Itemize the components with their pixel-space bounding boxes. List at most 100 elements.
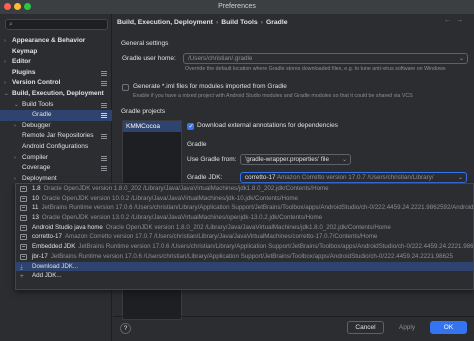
jdk-option[interactable]: Embedded JDK JetBrains Runtime version 17… <box>16 242 473 252</box>
sidebar-item[interactable]: › Compiler <box>0 153 112 164</box>
gradle-user-home-label: Gradle user home: <box>122 55 176 62</box>
jdk-option[interactable]: 1.8 Oracle OpenJDK version 1.8.0_202 /Lib… <box>16 184 473 194</box>
history-nav: ←→ <box>444 17 468 24</box>
chevron-right-icon[interactable]: › <box>14 121 16 132</box>
download-annotations-checkbox[interactable] <box>187 122 194 130</box>
sidebar-item-label: Version Control <box>12 79 61 87</box>
use-gradle-from-select[interactable]: 'gradle-wrapper.properties' file ⌄ <box>240 154 351 165</box>
gradle-projects-heading: Gradle projects <box>121 108 166 115</box>
sidebar-item[interactable]: ⌄ Build Tools <box>0 100 112 111</box>
jdk-option-description: JetBrains Runtime version 17.0.6 /Users/… <box>41 204 474 212</box>
jdk-option-name: 10 <box>32 194 39 202</box>
jdk-option-name: corretto-17 <box>32 233 62 241</box>
window-titlebar: Preferences <box>0 0 474 14</box>
project-settings-icon <box>101 102 107 108</box>
folder-icon <box>20 215 27 222</box>
sidebar-item[interactable]: ⌄ Build, Execution, Deployment <box>0 89 112 100</box>
list-item[interactable]: KMMCocoa <box>123 121 181 132</box>
breadcrumb-item[interactable]: Build Tools <box>221 19 258 26</box>
close-window-button[interactable] <box>4 3 11 10</box>
sidebar-item-label: Android Configurations <box>22 142 89 150</box>
sidebar-item[interactable]: › Editor <box>0 57 112 68</box>
sidebar-item[interactable]: Remote Jar Repositories <box>0 131 112 142</box>
breadcrumb: Build, Execution, Deployment › Build Tools… <box>117 17 288 29</box>
gradle-user-home-field[interactable]: /Users/christian/.gradle ⌄ <box>183 53 468 64</box>
chevron-down-icon: ⌄ <box>457 175 463 181</box>
ok-button[interactable]: OK <box>430 321 467 334</box>
project-settings-icon <box>101 70 107 76</box>
gradle-jdk-value: corretto-17 <box>245 174 276 181</box>
generate-iml-label: Generate *.iml files for modules importe… <box>133 83 287 90</box>
jdk-option-description: JetBrains Runtime version 17.0.6 /Users/… <box>78 243 474 251</box>
sidebar-item[interactable]: › Debugger <box>0 121 112 132</box>
sidebar-item-label: Build Tools <box>22 100 54 108</box>
sidebar-item-label: Compiler <box>22 153 49 161</box>
dialog-footer: ? Cancel Apply OK <box>113 316 474 341</box>
use-gradle-from-value: 'gradle-wrapper.properties' file <box>245 156 329 163</box>
generate-iml-hint: Enable if you have a mixed project with … <box>133 93 413 99</box>
sidebar-item[interactable]: › Version Control <box>0 78 112 89</box>
sidebar-item[interactable]: Coverage <box>0 163 112 174</box>
project-settings-icon <box>101 134 107 140</box>
apply-button[interactable]: Apply <box>390 321 424 334</box>
sidebar-item-label: Editor <box>12 58 31 66</box>
sidebar-item-label: Gradle <box>32 111 52 119</box>
breadcrumb-item[interactable]: Build, Execution, Deployment <box>117 19 213 26</box>
sidebar-item-label: Remote Jar Repositories <box>22 132 94 140</box>
sidebar-item[interactable]: Plugins <box>0 68 112 79</box>
project-settings-icon <box>101 166 107 172</box>
zoom-window-button[interactable] <box>24 3 31 10</box>
jdk-option-name: 1.8 <box>32 185 41 192</box>
minimize-window-button[interactable] <box>14 3 21 10</box>
gradle-user-home-hint: Override the default location where Grad… <box>185 66 446 72</box>
jdk-option[interactable]: Android Studio java home Oracle OpenJDK v… <box>16 223 473 233</box>
help-button[interactable]: ? <box>120 323 131 334</box>
folder-icon <box>20 195 27 202</box>
jdk-option[interactable]: corretto-17 Amazon Corretto version 17.0.… <box>16 232 473 242</box>
gradle-settings-panel: Build, Execution, Deployment › Build Tools… <box>113 14 474 341</box>
sidebar-item-label: Plugins <box>12 68 36 76</box>
jdk-option-description: Oracle OpenJDK version 1.8.0_202 /Librar… <box>43 185 329 192</box>
settings-search-input[interactable]: ⌕ <box>5 19 108 30</box>
download-annotations-label: Download external annotations for depend… <box>197 122 338 129</box>
chevron-down-icon: ⌄ <box>458 56 464 62</box>
gradle-jdk-select[interactable]: corretto-17 Amazon Corretto version 17.0… <box>240 172 467 183</box>
chevron-down-icon[interactable]: ⌄ <box>14 100 19 111</box>
download-jdk-label: Download JDK... <box>32 262 79 270</box>
sidebar-item-label: Appearance & Behavior <box>12 37 86 44</box>
sidebar-item[interactable]: Gradle <box>0 110 112 121</box>
chevron-right-icon[interactable]: › <box>4 78 6 89</box>
chevron-down-icon[interactable]: ⌄ <box>4 89 9 100</box>
breadcrumb-item: Gradle <box>265 19 288 26</box>
jdk-option[interactable]: 10 Oracle OpenJDK version 10.0.2 /Library… <box>16 194 473 204</box>
jdk-option-description: Oracle OpenJDK version 10.0.2 /Library/J… <box>41 194 298 202</box>
jdk-option-description: Oracle OpenJDK version 1.8.0_202 /Librar… <box>105 223 391 231</box>
jdk-option[interactable]: jbr-17 JetBrains Runtime version 17.0.6 /… <box>16 252 473 262</box>
sidebar-item[interactable]: Keymap <box>0 47 112 58</box>
generate-iml-checkbox[interactable] <box>122 84 129 91</box>
jdk-option[interactable]: 11 JetBrains Runtime version 17.0.6 /User… <box>16 203 473 213</box>
sidebar-item-label: Coverage <box>22 164 51 172</box>
jdk-option[interactable]: 13 Oracle OpenJDK version 13.0.2 /Library… <box>16 213 473 223</box>
cancel-button[interactable]: Cancel <box>347 321 384 334</box>
chevron-right-icon[interactable]: › <box>4 57 6 68</box>
chevron-right-icon[interactable]: › <box>4 36 6 47</box>
folder-icon <box>20 205 27 212</box>
forward-arrow-icon[interactable]: → <box>456 17 468 24</box>
gradle-jdk-label: Gradle JDK: <box>187 174 223 181</box>
folder-icon <box>20 253 27 260</box>
search-icon: ⌕ <box>9 21 13 28</box>
gradle-jdk-description: Amazon Corretto version 17.0.7 /Users/ch… <box>276 174 434 181</box>
sidebar-item-label: Keymap <box>12 47 38 55</box>
download-jdk-item[interactable]: ⤓ Download JDK... <box>16 261 473 272</box>
window-controls <box>4 3 31 10</box>
chevron-down-icon: ⌄ <box>341 157 347 163</box>
sidebar-item[interactable]: › Appearance & Behavior <box>0 36 112 47</box>
chevron-right-icon[interactable]: › <box>14 153 16 164</box>
general-settings-heading: General settings <box>121 40 169 47</box>
back-arrow-icon[interactable]: ← <box>444 17 456 24</box>
sidebar-item[interactable]: Android Configurations <box>0 142 112 153</box>
gradle-section-heading: Gradle <box>187 141 207 148</box>
add-jdk-item[interactable]: + Add JDK... <box>16 271 473 281</box>
folder-icon <box>20 186 27 192</box>
